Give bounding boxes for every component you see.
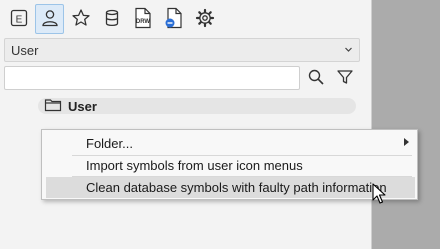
search-button[interactable] bbox=[304, 66, 328, 90]
gear-icon bbox=[195, 8, 215, 31]
database-icon bbox=[102, 8, 122, 31]
menu-item-clean-database-symbols[interactable]: Clean database symbols with faulty path … bbox=[46, 177, 415, 198]
menu-item-import-symbols[interactable]: Import symbols from user icon menus bbox=[46, 155, 415, 176]
mouse-pointer-icon bbox=[372, 183, 386, 208]
tree-node-label: User bbox=[68, 98, 97, 114]
menu-item-label: Clean database symbols with faulty path … bbox=[86, 180, 387, 195]
svg-text:E: E bbox=[15, 14, 22, 25]
document-link-icon bbox=[163, 7, 185, 32]
panel-toolbar: E DRW bbox=[0, 4, 219, 36]
search-input[interactable] bbox=[4, 66, 300, 90]
category-select[interactable]: User bbox=[4, 38, 360, 62]
tab-settings[interactable] bbox=[190, 4, 219, 34]
menu-item-label: Import symbols from user icon menus bbox=[86, 158, 303, 173]
tab-drw[interactable]: DRW bbox=[128, 4, 157, 34]
menu-item-label: Folder... bbox=[86, 136, 133, 151]
tab-user[interactable] bbox=[35, 4, 64, 34]
workspace-background bbox=[372, 0, 440, 249]
chevron-down-icon bbox=[344, 43, 353, 60]
svg-text:DRW: DRW bbox=[135, 19, 150, 25]
context-menu: Folder... Import symbols from user icon … bbox=[41, 129, 418, 200]
filter-button[interactable] bbox=[333, 66, 357, 90]
symbol-panel: E DRW User User bbox=[0, 0, 371, 249]
tab-database[interactable] bbox=[97, 4, 126, 34]
tree-node-user[interactable]: User bbox=[38, 98, 356, 114]
menu-item-folder[interactable]: Folder... bbox=[46, 133, 415, 154]
filter-icon bbox=[336, 68, 354, 89]
user-icon bbox=[40, 8, 60, 31]
tab-linked-documents[interactable] bbox=[159, 4, 188, 34]
folder-icon bbox=[44, 98, 62, 115]
submenu-arrow-icon bbox=[404, 138, 409, 146]
category-select-value: User bbox=[11, 42, 39, 58]
search-icon bbox=[307, 68, 325, 89]
star-icon bbox=[71, 8, 91, 31]
tab-favorites[interactable] bbox=[66, 4, 95, 34]
tab-e[interactable]: E bbox=[4, 4, 33, 34]
drw-file-icon: DRW bbox=[132, 7, 154, 32]
e-letter-icon: E bbox=[9, 8, 29, 31]
